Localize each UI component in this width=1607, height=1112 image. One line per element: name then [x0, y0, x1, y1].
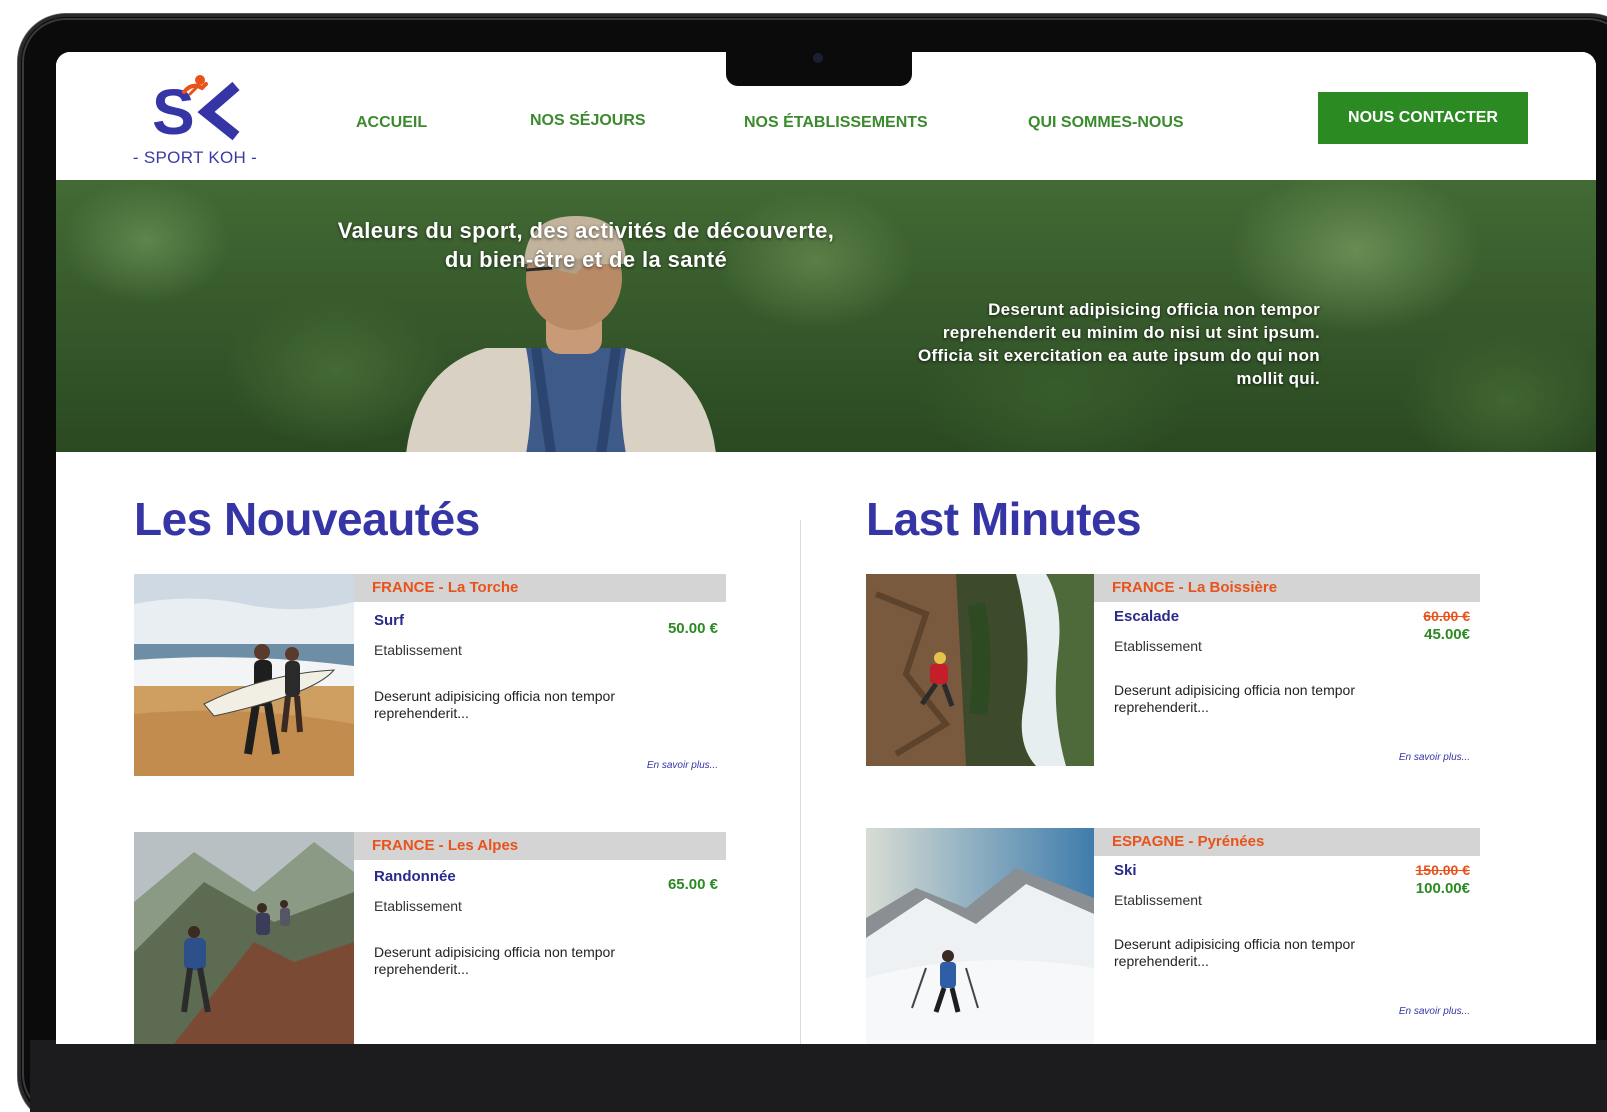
card-desc-line2: reprehenderit... [374, 961, 469, 977]
card-desc-line1: Deserunt adipisicing officia non tempor [374, 944, 615, 960]
surf-photo-image [134, 574, 354, 776]
hero-banner: Valeurs du sport, des activités de décou… [56, 180, 1596, 452]
section-divider [800, 520, 801, 1044]
logo[interactable]: S - SPORT KOH - [130, 72, 260, 172]
nav-nos-sejours[interactable]: NOS SÉJOURS [530, 112, 646, 130]
card-etablissement: Etablissement [374, 642, 462, 658]
nav-qui-sommes-nous[interactable]: QUI SOMMES-NOUS [1028, 114, 1184, 132]
card-description: Deserunt adipisicing officia non tempor … [1114, 682, 1414, 716]
card-desc-line1: Deserunt adipisicing officia non tempor [374, 688, 615, 704]
last-minutes-title: Last Minutes [866, 493, 1142, 545]
logo-text: - SPORT KOH - [132, 148, 258, 167]
hero-text-line1: Deserunt adipisicing officia non tempor [988, 300, 1320, 319]
card-location: ESPAGNE - Pyrénées [1094, 828, 1480, 856]
card-activity: Ski [1114, 862, 1137, 879]
nav-accueil[interactable]: ACCUEIL [356, 114, 427, 132]
card-more-link[interactable]: En savoir plus... [1326, 752, 1470, 763]
card-desc-line2: reprehenderit... [1114, 699, 1209, 715]
card-price: 100.00€ [1415, 880, 1470, 897]
card-desc-line1: Deserunt adipisicing officia non tempor [1114, 682, 1355, 698]
card-description: Deserunt adipisicing officia non tempor … [374, 688, 674, 722]
card-location: FRANCE - Les Alpes [354, 832, 726, 860]
screen: S - SPORT KOH - ACCUEIL NOS SÉJOURS NOS … [56, 52, 1596, 1044]
card-ski[interactable]: ESPAGNE - Pyrénées Ski 150.00 € 100.00€ … [866, 828, 1480, 1044]
hero-text-line4: mollit qui. [1236, 369, 1320, 388]
hero-text-line2: reprehenderit eu minim do nisi ut sint i… [942, 323, 1320, 342]
card-price: 50.00 € [667, 620, 718, 637]
card-more-link[interactable]: En savoir plus... [1326, 1006, 1470, 1017]
card-randonnee[interactable]: FRANCE - Les Alpes Randonnée 65.00 € Eta… [134, 832, 728, 1044]
hero-text: Deserunt adipisicing officia non tempor … [816, 298, 1320, 390]
nouveautes-title: Les Nouveautés [134, 493, 480, 545]
card-desc-line2: reprehenderit... [374, 705, 469, 721]
card-location: FRANCE - La Boissière [1094, 574, 1480, 602]
hero-text-line3: Officia sit exercitation ea aute ipsum d… [918, 346, 1320, 365]
card-desc-line1: Deserunt adipisicing officia non tempor [1114, 936, 1355, 952]
card-old-price: 150.00 € [1415, 862, 1471, 878]
card-description: Deserunt adipisicing officia non tempor … [374, 944, 674, 978]
contact-button[interactable]: NOUS CONTACTER [1318, 92, 1528, 144]
card-etablissement: Etablissement [1114, 892, 1202, 908]
hero-title: Valeurs du sport, des activités de décou… [286, 216, 886, 274]
sport-koh-logo-icon: S [152, 75, 240, 142]
card-etablissement: Etablissement [1114, 638, 1202, 654]
card-surf[interactable]: FRANCE - La Torche Surf 50.00 € Etabliss… [134, 574, 728, 779]
card-activity: Escalade [1114, 608, 1180, 625]
hiking-photo-image [134, 832, 354, 1044]
camera-icon [813, 53, 823, 63]
card-activity: Surf [374, 612, 404, 629]
hero-title-line1: Valeurs du sport, des activités de décou… [337, 218, 835, 243]
card-escalade[interactable]: FRANCE - La Boissière Escalade 60.00 € 4… [866, 574, 1480, 779]
card-more-link[interactable]: En savoir plus... [574, 760, 718, 771]
ski-photo-image [866, 828, 1094, 1044]
card-old-price: 60.00 € [1423, 608, 1470, 624]
hero-title-line2: du bien-être et de la santé [444, 247, 728, 272]
card-location: FRANCE - La Torche [354, 574, 726, 602]
card-activity: Randonnée [374, 868, 456, 885]
card-price: 45.00€ [1424, 626, 1470, 643]
climbing-photo-image [866, 574, 1094, 766]
card-price: 65.00 € [667, 876, 718, 893]
card-etablissement: Etablissement [374, 898, 462, 914]
card-description: Deserunt adipisicing officia non tempor … [1114, 936, 1414, 970]
laptop-base [30, 1040, 1607, 1112]
nav-nos-etablissements[interactable]: NOS ÉTABLISSEMENTS [744, 114, 928, 132]
card-desc-line2: reprehenderit... [1114, 953, 1209, 969]
